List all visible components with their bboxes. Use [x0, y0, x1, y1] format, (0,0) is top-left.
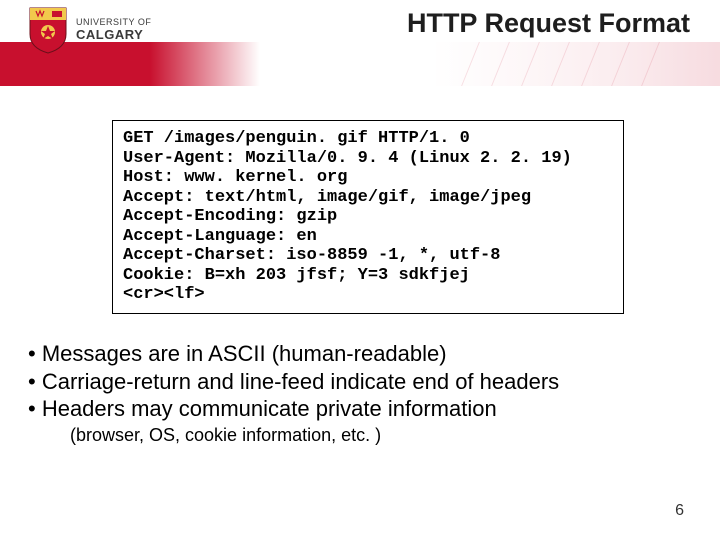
bullet-item: Messages are in ASCII (human-readable) [28, 340, 688, 368]
code-line: User-Agent: Mozilla/0. 9. 4 (Linux 2. 2.… [123, 149, 572, 168]
http-request-box: GET /images/penguin. gif HTTP/1. 0 User-… [112, 120, 624, 314]
university-name-text: CALGARY [76, 28, 151, 42]
page-number: 6 [675, 502, 684, 520]
code-line: Host: www. kernel. org [123, 168, 347, 187]
code-line: Cookie: B=xh 203 jfsf; Y=3 sdkfjej [123, 266, 470, 285]
bullet-subitem: (browser, OS, cookie information, etc. ) [28, 425, 688, 446]
bullet-item: Headers may communicate private informat… [28, 395, 688, 423]
bullet-item: Carriage-return and line-feed indicate e… [28, 368, 688, 396]
code-line: Accept-Charset: iso-8859 -1, *, utf-8 [123, 246, 500, 265]
shield-icon [28, 6, 68, 54]
code-line: GET /images/penguin. gif HTTP/1. 0 [123, 129, 470, 148]
code-line: Accept: text/html, image/gif, image/jpeg [123, 188, 531, 207]
slide-title: HTTP Request Format [407, 8, 690, 39]
university-name: UNIVERSITY OF CALGARY [76, 18, 151, 41]
code-line: Accept-Encoding: gzip [123, 207, 337, 226]
code-line: <cr><lf> [123, 285, 205, 304]
code-line: Accept-Language: en [123, 227, 317, 246]
header-decor [460, 42, 720, 86]
bullet-list: Messages are in ASCII (human-readable) C… [28, 340, 688, 446]
university-logo: UNIVERSITY OF CALGARY [28, 6, 151, 54]
